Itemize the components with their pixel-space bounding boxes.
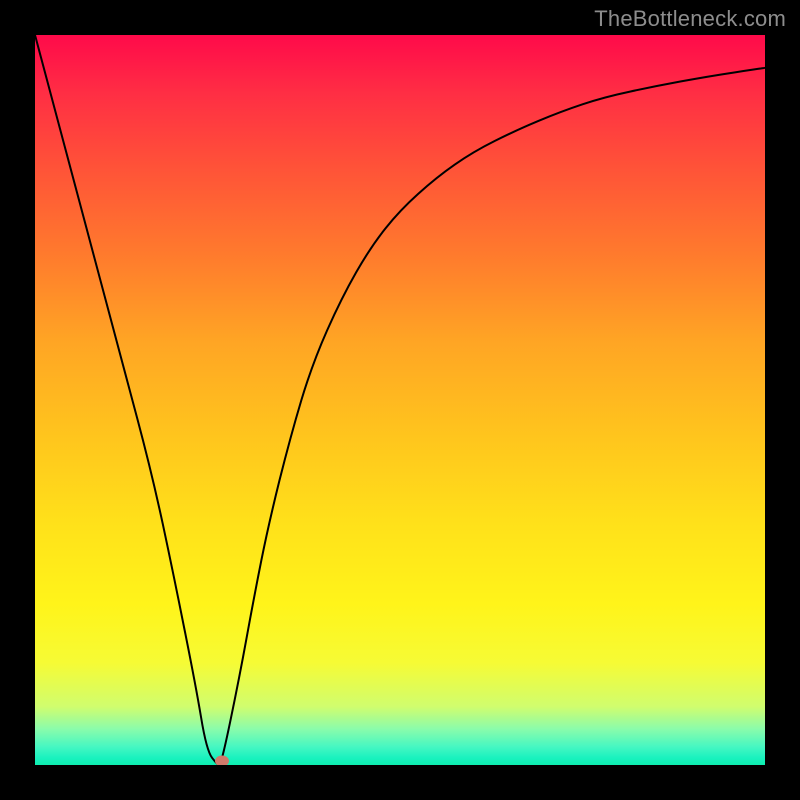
bottleneck-curve <box>35 35 765 765</box>
chart-frame: TheBottleneck.com <box>0 0 800 800</box>
curve-svg <box>35 35 765 765</box>
watermark-text: TheBottleneck.com <box>594 6 786 32</box>
plot-area <box>35 35 765 765</box>
optimal-point-marker <box>215 756 229 765</box>
